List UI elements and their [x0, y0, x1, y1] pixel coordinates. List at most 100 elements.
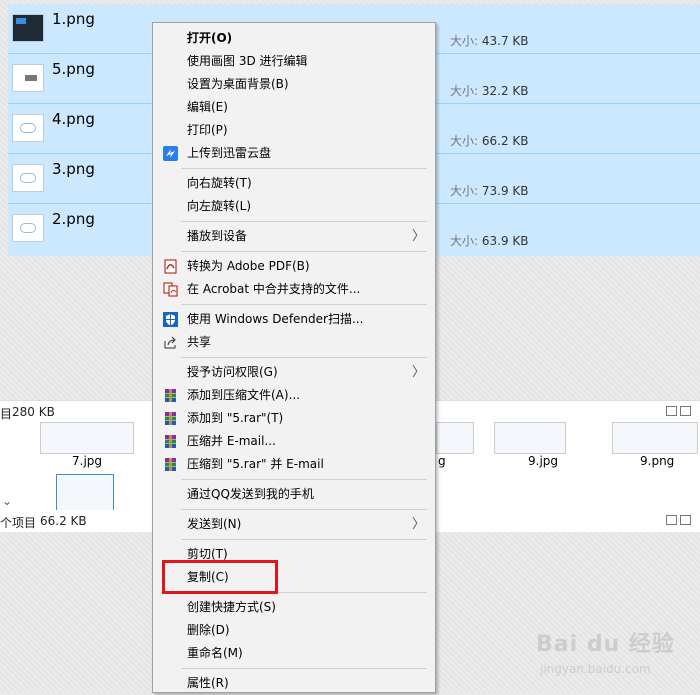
winrar-icon — [163, 411, 178, 426]
winrar-icon — [163, 457, 178, 472]
submenu-arrow-icon: 〉 — [411, 517, 425, 532]
view-toggle[interactable] — [666, 405, 696, 417]
image-thumbnail[interactable] — [612, 422, 698, 454]
image-thumbnail — [12, 64, 44, 92]
windows-defender-icon — [163, 312, 178, 327]
image-thumbnail[interactable] — [436, 422, 474, 454]
menu-item[interactable]: 打印(P) — [153, 119, 435, 142]
file-name: 1.png — [52, 10, 95, 28]
selected-size: 280 KB — [12, 405, 55, 419]
menu-item[interactable]: 压缩到 "5.rar" 并 E-mail — [153, 453, 435, 476]
menu-item[interactable]: 向右旋转(T) — [153, 172, 435, 195]
submenu-arrow-icon: 〉 — [411, 229, 425, 244]
share-icon — [163, 335, 178, 350]
file-name: 9.jpg — [528, 454, 559, 468]
menu-item[interactable]: 使用画图 3D 进行编辑 — [153, 50, 435, 73]
winrar-icon — [163, 388, 178, 403]
winrar-icon — [163, 434, 178, 449]
menu-separator — [181, 251, 427, 252]
menu-item-label: 使用 Windows Defender扫描... — [187, 312, 364, 326]
menu-item[interactable]: 授予访问权限(G) 〉 — [153, 361, 435, 384]
file-name: 5.png — [52, 60, 95, 78]
menu-item[interactable]: 在 Acrobat 中合并支持的文件... — [153, 278, 435, 301]
menu-item[interactable]: 通过QQ发送到我的手机 — [153, 483, 435, 506]
menu-separator — [181, 357, 427, 358]
menu-item[interactable]: 发送到(N) 〉 — [153, 513, 435, 536]
menu-item[interactable]: 添加到压缩文件(A)... — [153, 384, 435, 407]
menu-item-label: 播放到设备 — [187, 229, 248, 243]
menu-item-label: 发送到(N) — [187, 517, 242, 531]
menu-item-label: 向左旋转(L) — [187, 199, 252, 213]
scroll-down-icon[interactable]: ⌄ — [2, 494, 12, 508]
file-size: 大小: 66.2 KB — [450, 134, 529, 148]
menu-item-label: 编辑(E) — [187, 100, 228, 114]
menu-item-label: 添加到 "5.rar"(T) — [187, 411, 284, 425]
menu-separator — [181, 539, 427, 540]
file-size: 大小: 63.9 KB — [450, 234, 529, 248]
selected-size: 66.2 KB — [40, 514, 87, 528]
item-count-label: 个项目 — [0, 516, 37, 530]
menu-item[interactable]: 压缩并 E-mail... — [153, 430, 435, 453]
menu-item[interactable]: 转换为 Adobe PDF(B) — [153, 255, 435, 278]
menu-item[interactable]: 重命名(M) — [153, 642, 435, 665]
menu-item[interactable]: 属性(R) — [153, 672, 435, 695]
menu-item[interactable]: 播放到设备 〉 — [153, 225, 435, 248]
menu-item-label: 添加到压缩文件(A)... — [187, 388, 301, 402]
image-thumbnail — [12, 214, 44, 242]
highlight-box — [162, 560, 278, 594]
menu-separator — [181, 509, 427, 510]
menu-item[interactable]: 向左旋转(L) — [153, 195, 435, 218]
file-name: 3.png — [52, 160, 95, 178]
menu-separator — [181, 479, 427, 480]
image-thumbnail — [12, 164, 44, 192]
file-name: 7.jpg — [72, 454, 103, 468]
menu-item-label: 转换为 Adobe PDF(B) — [187, 259, 310, 273]
thumbnail-view-icon[interactable] — [680, 515, 691, 525]
details-view-icon[interactable] — [666, 406, 677, 416]
menu-item[interactable]: 打开(O) — [153, 27, 435, 50]
image-thumbnail[interactable] — [40, 422, 134, 454]
menu-item-label: 压缩到 "5.rar" 并 E-mail — [187, 457, 324, 471]
menu-separator — [181, 221, 427, 222]
menu-item[interactable]: 删除(D) — [153, 619, 435, 642]
adobe-pdf-icon — [163, 259, 178, 274]
menu-item-label: 创建快捷方式(S) — [187, 600, 276, 614]
file-name: 9.png — [640, 454, 675, 468]
thumbnail-view-icon[interactable] — [680, 406, 691, 416]
watermark-brand: Bai du 经验 — [536, 632, 675, 657]
details-view-icon[interactable] — [666, 515, 677, 525]
menu-item-label: 在 Acrobat 中合并支持的文件... — [187, 282, 361, 296]
menu-item-label: 打印(P) — [187, 123, 228, 137]
image-thumbnail[interactable] — [494, 422, 566, 454]
watermark-url: jingyan.baidu.com — [540, 662, 651, 676]
menu-item-label: 授予访问权限(G) — [187, 365, 278, 379]
menu-item[interactable]: 共享 — [153, 331, 435, 354]
menu-item[interactable]: 编辑(E) — [153, 96, 435, 119]
submenu-arrow-icon: 〉 — [411, 365, 425, 380]
menu-item-label: 设置为桌面背景(B) — [187, 77, 289, 91]
menu-item[interactable]: 设置为桌面背景(B) — [153, 73, 435, 96]
menu-separator — [181, 668, 427, 669]
menu-item[interactable]: 创建快捷方式(S) — [153, 596, 435, 619]
menu-item[interactable]: 上传到迅雷云盘 — [153, 142, 435, 165]
menu-item-label: 共享 — [187, 335, 212, 349]
thunder-cloud-icon — [163, 146, 178, 161]
menu-item-label: 通过QQ发送到我的手机 — [187, 487, 314, 501]
menu-item-label: 使用画图 3D 进行编辑 — [187, 54, 308, 68]
acrobat-combine-icon — [163, 282, 178, 297]
file-size: 大小: 43.7 KB — [450, 34, 529, 48]
file-size: 大小: 32.2 KB — [450, 84, 529, 98]
menu-item[interactable]: 使用 Windows Defender扫描... — [153, 308, 435, 331]
menu-item-label: 向右旋转(T) — [187, 176, 252, 190]
menu-separator — [181, 168, 427, 169]
menu-separator — [181, 304, 427, 305]
view-toggle[interactable] — [666, 514, 696, 526]
menu-item-label: 打开(O) — [187, 31, 233, 45]
menu-item-label: 上传到迅雷云盘 — [187, 146, 272, 160]
image-thumbnail[interactable] — [56, 474, 114, 512]
menu-item-label: 属性(R) — [187, 676, 229, 690]
menu-item[interactable]: 添加到 "5.rar"(T) — [153, 407, 435, 430]
baidu-jingyan-watermark: Bai du 经验 jingyan.baidu.com — [536, 604, 696, 688]
file-name: g — [438, 454, 446, 468]
file-name: 4.png — [52, 110, 95, 128]
